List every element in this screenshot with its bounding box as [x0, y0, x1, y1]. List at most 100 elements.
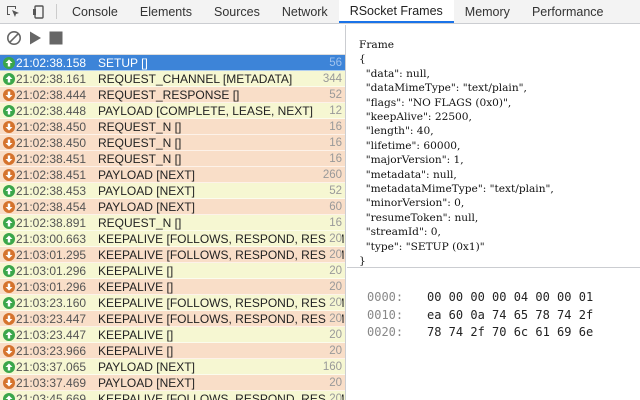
device-toggle-icon[interactable]: [26, 0, 52, 23]
frame-size: 344: [319, 71, 342, 86]
frame-row[interactable]: 21:03:01.296 KEEPALIVE [] 20: [0, 263, 345, 279]
frame-row[interactable]: 21:03:37.469 PAYLOAD [NEXT] 20: [0, 375, 345, 391]
frame-type: PAYLOAD [NEXT]: [98, 183, 195, 198]
arrow-up-icon: [3, 104, 15, 117]
frame-type: KEEPALIVE [FOLLOWS, RESPOND, RESUME_ENAB…: [98, 295, 345, 310]
frame-size: 160: [319, 359, 342, 374]
frame-row[interactable]: 21:02:38.454 PAYLOAD [NEXT] 60: [0, 199, 345, 215]
frame-row[interactable]: 21:03:37.065 PAYLOAD [NEXT] 160: [0, 359, 345, 375]
hex-bytes: ea 60 0a 74 65 78 74 2f: [427, 307, 594, 322]
clear-icon[interactable]: [6, 30, 22, 49]
frame-size: 20: [326, 279, 342, 294]
play-icon[interactable]: [28, 30, 42, 49]
arrow-up-icon: [3, 296, 15, 309]
hex-address: 0020:: [367, 325, 404, 339]
json-line: "keepAlive": 22500,: [359, 111, 472, 124]
frame-size: 20: [326, 327, 342, 342]
json-line: "metadata": null,: [359, 168, 457, 181]
frame-row[interactable]: 21:02:38.451 PAYLOAD [NEXT] 260: [0, 167, 345, 183]
hex-line: 0020: 78 74 2f 70 6c 61 69 6e: [367, 324, 640, 342]
frame-type: PAYLOAD [NEXT]: [98, 375, 195, 390]
arrow-up-icon: [3, 360, 15, 373]
frame-time: 21:02:38.453: [16, 183, 87, 198]
frame-size: 20: [326, 263, 342, 278]
arrow-down-icon: [3, 88, 15, 101]
frame-time: 21:03:01.296: [16, 263, 87, 278]
stop-icon[interactable]: [48, 30, 64, 49]
hex-address: 0000:: [367, 290, 404, 304]
frame-type: REQUEST_CHANNEL [METADATA]: [98, 71, 293, 86]
frame-size: 20: [326, 311, 342, 326]
frame-type: REQUEST_RESPONSE []: [98, 87, 240, 102]
frame-size: 52: [326, 183, 342, 198]
json-line: "streamId": 0,: [359, 226, 441, 239]
tab-memory[interactable]: Memory: [454, 0, 521, 23]
frame-size: 20: [326, 375, 342, 390]
arrow-down-icon: [3, 344, 15, 357]
frame-row[interactable]: 21:03:23.447 KEEPALIVE [FOLLOWS, RESPOND,…: [0, 311, 345, 327]
frame-size: 260: [319, 167, 342, 182]
tab-performance[interactable]: Performance: [521, 0, 615, 23]
frame-row[interactable]: 21:02:38.451 REQUEST_N [] 16: [0, 151, 345, 167]
frame-row[interactable]: 21:02:38.891 REQUEST_N [] 16: [0, 215, 345, 231]
frame-size: 20: [326, 391, 342, 400]
frame-row[interactable]: 21:03:01.296 KEEPALIVE [] 20: [0, 279, 345, 295]
frame-row[interactable]: 21:02:38.161 REQUEST_CHANNEL [METADATA] 34…: [0, 71, 345, 87]
frame-time: 21:03:37.469: [16, 375, 87, 390]
json-line: "resumeToken": null,: [359, 211, 479, 224]
frame-type: PAYLOAD [NEXT]: [98, 199, 195, 214]
frame-row[interactable]: 21:02:38.450 REQUEST_N [] 16: [0, 135, 345, 151]
frame-size: 20: [326, 295, 342, 310]
tab-rsocket-frames[interactable]: RSocket Frames: [338, 0, 454, 23]
frames-list: 21:02:38.158 SETUP [] 56 21:02:38.161 REQUES…: [0, 55, 345, 400]
frame-row[interactable]: 21:02:38.450 REQUEST_N [] 16: [0, 119, 345, 135]
frame-time: 21:02:38.161: [16, 71, 87, 86]
frame-time: 21:02:38.448: [16, 103, 87, 118]
tab-sources[interactable]: Sources: [203, 0, 271, 23]
frame-hex-view: 0000: 00 00 00 00 04 00 00 01 0010: ea 60 0…: [347, 268, 640, 342]
arrow-up-icon: [3, 392, 15, 400]
frames-controls: [0, 25, 345, 55]
tab-elements[interactable]: Elements: [129, 0, 203, 23]
arrow-down-icon: [3, 200, 15, 213]
inspect-element-icon[interactable]: [0, 0, 26, 23]
frame-row[interactable]: 21:03:23.447 KEEPALIVE [] 20: [0, 327, 345, 343]
arrow-down-icon: [3, 248, 15, 261]
arrow-down-icon: [3, 136, 15, 149]
hex-bytes: 00 00 00 00 04 00 00 01: [427, 290, 594, 304]
frame-row[interactable]: 21:03:00.663 KEEPALIVE [FOLLOWS, RESPOND,…: [0, 231, 345, 247]
frame-row[interactable]: 21:02:38.444 REQUEST_RESPONSE [] 52: [0, 87, 345, 103]
frame-time: 21:02:38.444: [16, 87, 87, 102]
tab-console[interactable]: Console: [61, 0, 129, 23]
arrow-down-icon: [3, 168, 15, 181]
json-line: "dataMimeType": "text/plain",: [359, 82, 527, 95]
frame-type: PAYLOAD [NEXT]: [98, 359, 195, 374]
frame-type: KEEPALIVE []: [98, 279, 174, 294]
frame-type: KEEPALIVE [FOLLOWS, RESPOND, RESUME_ENAB…: [98, 231, 345, 246]
frame-type: REQUEST_N []: [98, 135, 182, 150]
frame-row[interactable]: 21:02:38.453 PAYLOAD [NEXT] 52: [0, 183, 345, 199]
frame-row[interactable]: 21:03:45.669 KEEPALIVE [FOLLOWS, RESPOND,…: [0, 391, 345, 400]
hex-bytes: 78 74 2f 70 6c 61 69 6e: [427, 325, 594, 339]
json-line: "majorVersion": 1,: [359, 154, 464, 167]
frame-json-view: Frame { "data": null, "dataMimeType": "te…: [347, 25, 640, 268]
frame-row[interactable]: 21:02:38.158 SETUP [] 56: [0, 55, 345, 71]
frame-row[interactable]: 21:03:23.966 KEEPALIVE [] 20: [0, 343, 345, 359]
frame-time: 21:02:38.450: [16, 119, 87, 134]
frame-type: KEEPALIVE []: [98, 263, 174, 278]
tab-network[interactable]: Network: [271, 0, 339, 23]
frame-size: 52: [326, 87, 342, 102]
frame-row[interactable]: 21:03:01.295 KEEPALIVE [FOLLOWS, RESPOND,…: [0, 247, 345, 263]
frame-time: 21:03:37.065: [16, 359, 87, 374]
frame-detail-panel: Frame { "data": null, "dataMimeType": "te…: [347, 25, 640, 400]
frames-panel: 21:02:38.158 SETUP [] 56 21:02:38.161 REQUES…: [0, 25, 346, 400]
arrow-up-icon: [3, 72, 15, 85]
frame-row[interactable]: 21:02:38.448 PAYLOAD [COMPLETE, LEASE, NE…: [0, 103, 345, 119]
frame-row[interactable]: 21:03:23.160 KEEPALIVE [FOLLOWS, RESPOND,…: [0, 295, 345, 311]
json-line: }: [359, 255, 366, 268]
frame-time: 21:03:45.669: [16, 391, 87, 400]
frame-time: 21:02:38.454: [16, 199, 87, 214]
json-line: "type": "SETUP (0x1)": [359, 240, 485, 253]
frame-size: 16: [326, 151, 342, 166]
arrow-down-icon: [3, 280, 15, 293]
